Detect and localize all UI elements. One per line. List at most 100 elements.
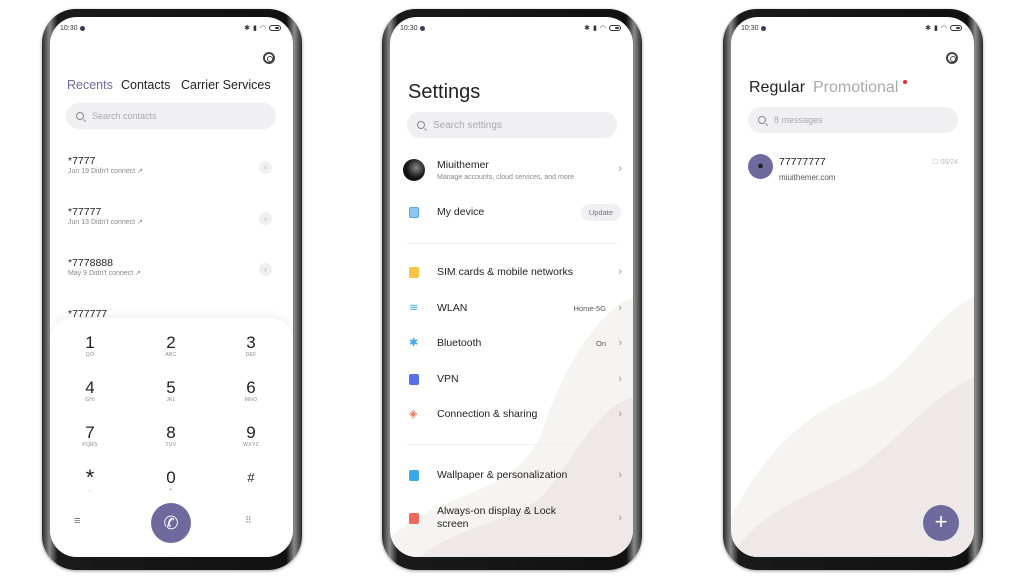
plus-icon: + <box>934 509 948 534</box>
tab-carrier-services[interactable]: Carrier Services <box>181 78 271 92</box>
settings-item-value: On <box>595 338 606 348</box>
settings-item-wallpaper-personalization[interactable]: Wallpaper & personalization › <box>390 465 633 485</box>
dial-key-8[interactable]: 8 TUV <box>146 423 196 449</box>
dial-letters: QO <box>85 352 95 358</box>
dial-key-3[interactable]: 3 DEF <box>226 333 276 359</box>
dial-letters: TUV <box>165 442 177 448</box>
settings-item-bluetooth[interactable]: ✱ Bluetooth On › <box>390 333 633 353</box>
sim-card-icon <box>409 266 419 278</box>
wifi-status-icon: ◠ <box>940 25 947 32</box>
menu-icon[interactable]: ≡ <box>74 515 80 527</box>
dial-letters: WXYZ <box>243 442 259 448</box>
dial-digit: 1 <box>85 333 95 352</box>
settings-item-label: My device <box>437 206 485 218</box>
settings-item-connection-sharing[interactable]: ◈ Connection & sharing › <box>390 404 633 424</box>
search-settings-input[interactable]: Search settings <box>407 112 617 138</box>
call-detail: Jun 13 Didn't connect ↗ <box>68 218 278 226</box>
settings-item-sim-cards-mobile-networks[interactable]: SIM cards & mobile networks › <box>390 262 633 282</box>
search-messages-input[interactable]: 8 messages <box>748 107 958 133</box>
search-icon <box>758 116 766 124</box>
dial-digit: 3 <box>246 333 256 352</box>
battery-icon <box>609 25 621 31</box>
background-waves <box>731 297 974 557</box>
settings-gear-icon[interactable] <box>263 52 275 64</box>
dial-digit: 8 <box>166 423 176 442</box>
settings-item-my-device[interactable]: My device Update <box>390 202 633 222</box>
tab-recents[interactable]: Recents <box>67 78 113 92</box>
settings-item-label: Always-on display & Lock screen <box>437 505 557 530</box>
settings-item-vpn[interactable]: VPN › <box>390 369 633 389</box>
dial-letters: ABC <box>165 352 177 358</box>
call-details-chevron-icon[interactable]: › <box>259 161 272 174</box>
phone-dialer: 10:30 ✱ ▮ ◠ Recents Contacts Carrier Servi… <box>42 9 302 570</box>
thread-preview: miuithemer.com <box>779 173 836 182</box>
tab-promotional[interactable]: Promotional <box>813 79 898 97</box>
call-detail-text: Jun 13 Didn't connect <box>68 219 136 226</box>
chevron-right-icon: › <box>618 469 622 481</box>
search-icon <box>417 121 425 129</box>
battery-icon <box>950 25 962 31</box>
update-badge[interactable]: Update <box>580 203 621 221</box>
dial-key-9[interactable]: 9 WXYZ <box>226 424 276 449</box>
dial-key-6[interactable]: 6 MNO <box>226 378 276 404</box>
dial-digit: 4 <box>85 378 95 397</box>
settings-item-label: VPN <box>437 373 459 385</box>
call-details-chevron-icon[interactable]: › <box>259 212 272 225</box>
dial-letters: , <box>89 487 91 493</box>
bluetooth-icon: ✱ <box>409 336 419 349</box>
thread-sender: 77777777 <box>779 156 826 168</box>
dial-digit: 6 <box>246 378 256 397</box>
status-time: 10:30 <box>60 25 85 32</box>
message-thread-row[interactable]: ● 77777777 miuithemer.com ☐ 06/24 <box>731 153 974 187</box>
new-message-button[interactable]: + <box>923 505 959 541</box>
account-subtitle: Manage accounts, cloud services, and mor… <box>437 174 574 181</box>
account-row[interactable]: Miuithemer Manage accounts, cloud servic… <box>390 157 633 187</box>
tab-regular[interactable]: Regular <box>749 79 805 97</box>
thread-date-text: 06/24 <box>940 159 958 166</box>
dialer-screen: 10:30 ✱ ▮ ◠ Recents Contacts Carrier Servi… <box>50 17 293 557</box>
tab-contacts[interactable]: Contacts <box>121 78 170 92</box>
dial-letters: GHI <box>85 397 95 403</box>
call-button[interactable]: ✆ <box>151 503 191 543</box>
dial-key-5[interactable]: 5 JKL <box>146 378 196 404</box>
call-number: *7777 <box>68 155 96 167</box>
bluetooth-status-icon: ✱ <box>584 25 591 32</box>
recent-call-row[interactable]: *7777 Jun 19 Didn't connect ↗ › <box>68 155 278 185</box>
thread-date: ☐ 06/24 <box>932 158 958 166</box>
settings-item-label: Wallpaper & personalization <box>437 469 568 481</box>
settings-item-always-on-display-lock-screen[interactable]: Always-on display & Lock screen › <box>390 503 633 533</box>
dialpad: ≡ ✆ ⠿ 1 QO 2 ABC 3 DEF 4 GHI 5 JKL 6 MNO 7 PQRS 8 TUV 9 W… <box>50 318 293 557</box>
dial-key-star[interactable]: *, <box>65 467 115 494</box>
dial-key-7[interactable]: 7 PQRS <box>65 424 115 449</box>
phone-device-icon <box>409 206 419 218</box>
call-details-chevron-icon[interactable]: › <box>259 263 272 276</box>
phone-settings: 10:30 ✱ ▮ ◠ Settings Search settings Miuit… <box>382 9 642 570</box>
search-contacts-input[interactable]: Search contacts <box>66 103 276 129</box>
status-time-text: 10:30 <box>400 25 418 32</box>
settings-gear-icon[interactable] <box>946 52 958 64</box>
chevron-right-icon: › <box>618 163 622 175</box>
dial-key-1[interactable]: 1 QO <box>65 333 115 359</box>
call-detail-text: Jun 19 Didn't connect <box>68 168 136 175</box>
dialpad-toggle-icon[interactable]: ⠿ <box>245 515 252 526</box>
wifi-status-icon: ◠ <box>259 25 266 32</box>
search-placeholder: Search settings <box>433 119 502 131</box>
messages-screen: 10:30 ✱ ▮ ◠ Regular Promotional 8 messages… <box>731 17 974 557</box>
dial-digit: 5 <box>166 378 176 397</box>
dial-key-2[interactable]: 2 ABC <box>146 334 196 359</box>
search-icon <box>76 112 84 120</box>
recent-call-row[interactable]: *77777 Jun 13 Didn't connect ↗ › <box>68 206 278 236</box>
wifi-icon: ≋ <box>409 301 419 314</box>
dial-key-0[interactable]: 0 + <box>146 469 196 494</box>
settings-item-label: Connection & sharing <box>437 408 538 420</box>
signal-icon: ▮ <box>253 25 257 32</box>
dial-key-hash[interactable]: # <box>226 469 276 487</box>
divider <box>407 444 617 445</box>
notification-dot-icon <box>760 25 766 31</box>
connection-sharing-icon: ◈ <box>409 407 418 420</box>
recent-call-row[interactable]: *7778888 May 9 Didn't connect ↗ › <box>68 257 278 287</box>
chevron-right-icon: › <box>618 266 622 278</box>
dial-key-4[interactable]: 4 GHI <box>65 378 115 404</box>
settings-item-wlan[interactable]: ≋ WLAN Home-5G › <box>390 298 633 318</box>
avatar <box>403 159 425 181</box>
